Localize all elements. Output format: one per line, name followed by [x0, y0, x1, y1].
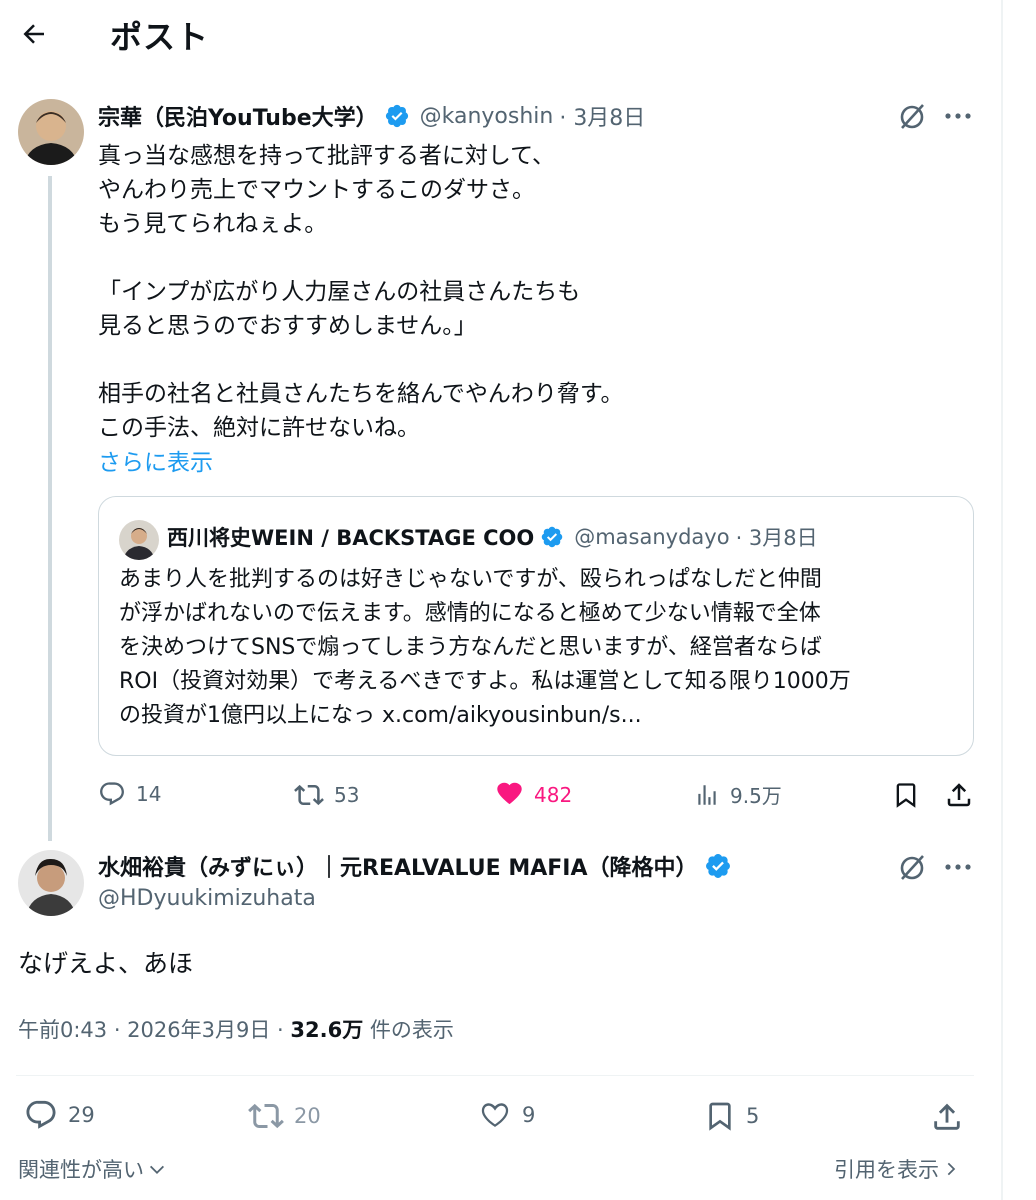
reply-display-name[interactable]: 水畑裕貴（みずにぃ）｜元REALVALUE MAFIA（降格中）	[98, 850, 698, 882]
reply-count: 29	[68, 1103, 95, 1127]
more-icon	[945, 113, 971, 119]
more-icon	[945, 864, 971, 870]
repost-icon	[294, 784, 324, 806]
chevron-right-icon	[947, 1162, 956, 1176]
reply-handle[interactable]: @HDyuukimizuhata	[98, 886, 316, 911]
reply-share-button[interactable]	[928, 1098, 966, 1136]
sort-relevance-dropdown[interactable]: 関連性が高い	[18, 1154, 166, 1184]
avatar[interactable]	[18, 99, 84, 165]
bookmark-button[interactable]	[890, 778, 922, 812]
share-icon	[947, 783, 971, 807]
thread-connector	[48, 176, 52, 841]
bookmark-count: 5	[746, 1104, 760, 1128]
view-quotes-link[interactable]: 引用を表示	[834, 1154, 959, 1184]
repost-icon	[248, 1103, 284, 1129]
show-more-link[interactable]: さらに表示	[98, 443, 213, 477]
reply-avatar[interactable]	[18, 850, 84, 916]
quote-handle: @masanydayo	[574, 525, 730, 549]
analytics-icon	[698, 784, 716, 805]
post-timestamp[interactable]: 午前0:43 · 2026年3月9日 ·	[18, 1018, 290, 1042]
post-header: 宗華（民泊YouTube大学） @kanyoshin · 3月8日	[98, 100, 878, 132]
verified-badge-icon	[705, 854, 730, 878]
reply-button[interactable]: 14	[98, 780, 161, 808]
quote-line: の投資が1億円以上になっ x.com/aikyousinbun/s...	[119, 703, 642, 728]
arrow-left-icon	[23, 24, 44, 44]
quote-text: あまり人を批判するのは好きじゃないですが、殴られっぱなしだと仲間 が浮かばれない…	[119, 563, 959, 733]
grok-icon	[900, 104, 924, 129]
reply-header: 水畑裕貴（みずにぃ）｜元REALVALUE MAFIA（降格中）	[98, 850, 732, 882]
like-count: 9	[522, 1103, 536, 1127]
column-border	[1001, 0, 1003, 1200]
divider	[16, 1075, 974, 1076]
quote-line: あまり人を批判するのは好きじゃないですが、殴られっぱなしだと仲間	[119, 567, 822, 592]
quote-display-name: 西川将史WEIN / BACKSTAGE COO	[167, 526, 535, 550]
chevron-down-icon	[149, 1165, 165, 1175]
quote-header: 西川将史WEIN / BACKSTAGE COO @masanydayo · 3…	[167, 522, 818, 552]
repost-count: 53	[334, 783, 360, 807]
verified-badge-icon	[385, 104, 408, 128]
bookmark-icon	[709, 1102, 731, 1131]
views-total: 32.6万	[290, 1018, 364, 1042]
share-icon	[934, 1103, 960, 1130]
reply-count: 14	[136, 782, 162, 806]
views-button[interactable]: 9.5万	[694, 780, 782, 809]
reply-reply-button[interactable]: 29	[24, 1098, 95, 1132]
back-button[interactable]	[14, 14, 54, 54]
quote-line: ROI（投資対効果）で考えるべきですよ。私は運営として知る限り1000万	[119, 669, 851, 694]
handle[interactable]: @kanyoshin	[420, 104, 554, 129]
quote-avatar	[119, 520, 159, 560]
display-name[interactable]: 宗華（民泊YouTube大学）	[98, 100, 378, 132]
heart-filled-icon	[497, 782, 522, 805]
views-count: 9.5万	[730, 784, 782, 808]
quoted-post[interactable]: 西川将史WEIN / BACKSTAGE COO @masanydayo · 3…	[98, 496, 974, 756]
like-button[interactable]: 482	[495, 780, 572, 809]
bookmark-icon	[896, 783, 916, 808]
quote-line: が浮かばれないので伝えます。感情的になると極めて少ない情報で全体	[119, 601, 821, 626]
reply-repost-button[interactable]: 20	[248, 1098, 321, 1134]
post-date[interactable]: · 3月8日	[559, 100, 645, 132]
views-label: 件の表示	[363, 1018, 454, 1042]
repost-count: 20	[294, 1104, 321, 1128]
page-title: ポスト	[110, 18, 210, 56]
reply-grok-button[interactable]	[894, 849, 930, 885]
quote-date: · 3月8日	[735, 526, 818, 550]
heart-icon	[481, 1103, 509, 1127]
verified-badge-icon	[541, 526, 563, 548]
sort-label: 関連性が高い	[18, 1158, 144, 1182]
post-meta: 午前0:43 · 2026年3月9日 · 32.6万 件の表示	[18, 1014, 454, 1044]
more-options-button[interactable]	[940, 100, 976, 132]
reply-bookmark-button[interactable]: 5	[704, 1098, 759, 1134]
repost-button[interactable]: 53	[294, 780, 359, 810]
quote-line: を決めつけてSNSで煽ってしまう方なんだと思いますが、経営者ならば	[119, 635, 822, 660]
reply-like-button[interactable]: 9	[478, 1098, 535, 1132]
share-button[interactable]	[942, 778, 976, 812]
reply-more-options-button[interactable]	[940, 851, 976, 883]
reply-text: なげえよ、あほ	[18, 949, 194, 978]
reply-icon	[26, 1100, 56, 1129]
reply-icon	[100, 782, 124, 806]
like-count: 482	[534, 782, 573, 807]
grok-button[interactable]	[894, 98, 930, 134]
view-quotes-label: 引用を表示	[834, 1158, 939, 1182]
grok-icon	[900, 855, 924, 880]
post-text: 真っ当な感想を持って批評する者に対して、 やんわり売上でマウントするこのダサさ。…	[98, 143, 624, 441]
